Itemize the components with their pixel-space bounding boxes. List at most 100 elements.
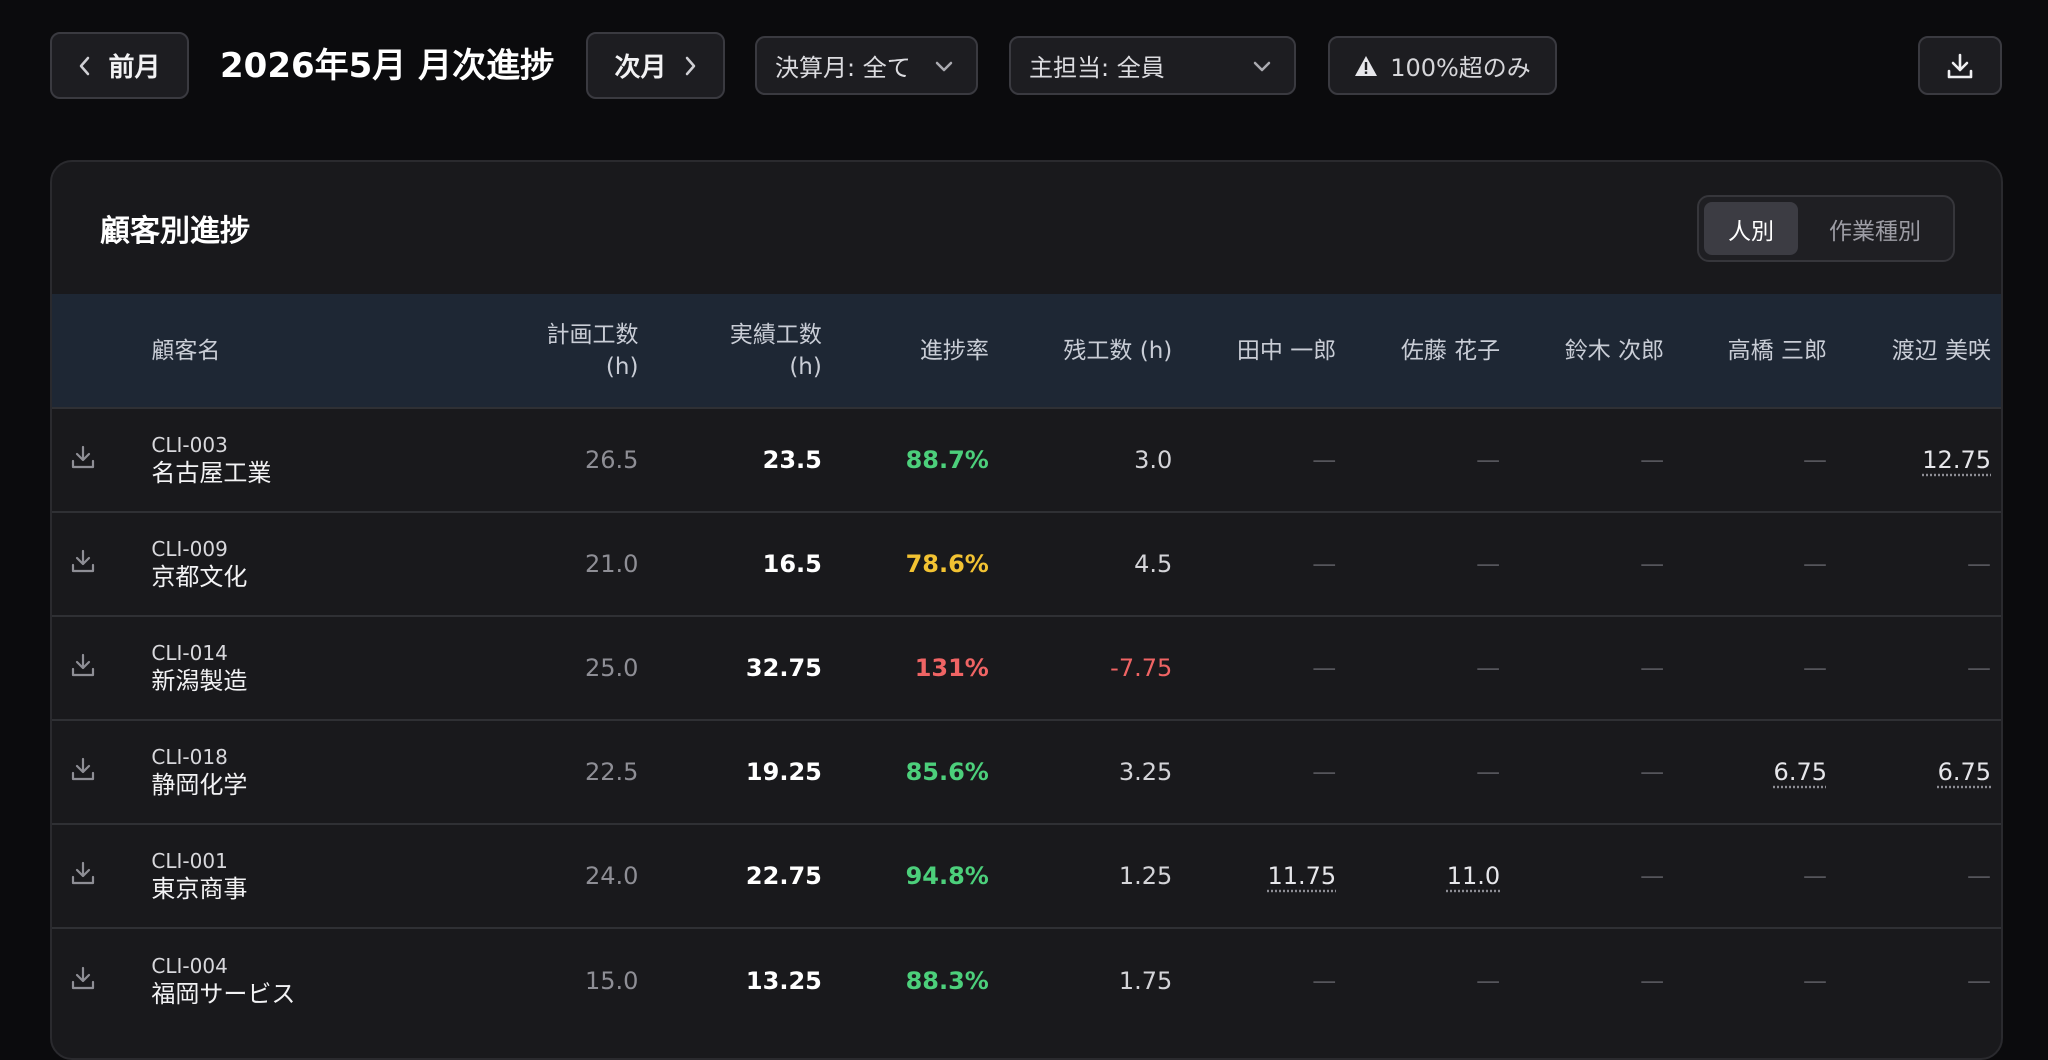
person-hours-cell: — xyxy=(1841,512,2003,616)
actual-hours: 16.5 xyxy=(652,512,835,616)
person-hours-value[interactable]: 6.75 xyxy=(1774,758,1827,786)
header-actual-hours[interactable]: 実績工数 (h) xyxy=(652,294,835,408)
person-hours-value: — xyxy=(1640,862,1664,890)
progress-rate: 78.6% xyxy=(836,512,1003,616)
owner-value: 主担当: 全員 xyxy=(1029,48,1165,83)
chevron-right-icon xyxy=(683,55,697,77)
client-id: CLI-018 xyxy=(151,744,458,770)
table-header-row: 顧客名 計画工数 (h) 実績工数 (h) 進捗率 残工数 (h) 田中 一郎 佐藤… xyxy=(52,294,2003,408)
chevron-down-icon xyxy=(1252,59,1272,73)
over-100-filter-button[interactable]: 100%超のみ xyxy=(1328,36,1557,95)
client-name: 名古屋工業 xyxy=(151,458,458,488)
chevron-left-icon xyxy=(78,55,92,77)
header-plan-hours[interactable]: 計画工数 (h) xyxy=(459,294,653,408)
toolbar: 前月 2026年5月 月次進捗 次月 決算月: 全て 主担当: 全員 100%超… xyxy=(0,0,2048,140)
person-hours-value: — xyxy=(1967,550,1991,578)
person-hours-cell: — xyxy=(1186,928,1350,1032)
over-100-label: 100%超のみ xyxy=(1390,48,1531,83)
person-hours-cell: — xyxy=(1350,616,1514,720)
person-hours-cell[interactable]: 6.75 xyxy=(1841,720,2003,824)
row-download-button[interactable] xyxy=(52,720,151,824)
person-hours-cell: — xyxy=(1186,720,1350,824)
header-download xyxy=(52,294,151,408)
plan-hours: 15.0 xyxy=(459,928,653,1032)
plan-hours: 24.0 xyxy=(459,824,653,928)
remaining-hours: 3.25 xyxy=(1003,720,1186,824)
row-download-button[interactable] xyxy=(52,408,151,512)
table-row[interactable]: CLI-018 静岡化学 22.5 19.25 85.6% 3.25 — — — 6.75 6.75 xyxy=(52,720,2003,824)
table-row[interactable]: CLI-004 福岡サービス 15.0 13.25 88.3% 1.75 — — — — — xyxy=(52,928,2003,1032)
closing-month-select[interactable]: 決算月: 全て xyxy=(755,36,978,95)
person-hours-value: — xyxy=(1312,550,1336,578)
person-hours-cell[interactable]: 12.75 xyxy=(1841,408,2003,512)
person-hours-cell: — xyxy=(1678,928,1841,1032)
warning-icon xyxy=(1354,55,1378,77)
client-cell[interactable]: CLI-004 福岡サービス xyxy=(151,928,458,1032)
header-remaining-hours[interactable]: 残工数 (h) xyxy=(1003,294,1186,408)
person-hours-value: — xyxy=(1640,967,1664,995)
table-row[interactable]: CLI-001 東京商事 24.0 22.75 94.8% 1.25 11.75 11.0 — —… xyxy=(52,824,2003,928)
row-download-button[interactable] xyxy=(52,616,151,720)
client-cell[interactable]: CLI-001 東京商事 xyxy=(151,824,458,928)
person-hours-value[interactable]: 11.0 xyxy=(1447,862,1500,890)
progress-rate: 85.6% xyxy=(836,720,1003,824)
person-hours-value: — xyxy=(1476,758,1500,786)
person-hours-cell[interactable]: 11.0 xyxy=(1350,824,1514,928)
owner-select[interactable]: 主担当: 全員 xyxy=(1009,36,1296,95)
view-by-person-tab[interactable]: 人別 xyxy=(1704,202,1798,255)
table-row[interactable]: CLI-009 京都文化 21.0 16.5 78.6% 4.5 — — — — — xyxy=(52,512,2003,616)
person-hours-cell: — xyxy=(1514,824,1678,928)
remaining-hours: -7.75 xyxy=(1003,616,1186,720)
actual-hours: 19.25 xyxy=(652,720,835,824)
prev-month-button[interactable]: 前月 xyxy=(50,32,189,99)
client-name: 福岡サービス xyxy=(151,979,458,1009)
person-hours-value: — xyxy=(1803,967,1827,995)
person-hours-cell: — xyxy=(1841,616,2003,720)
person-hours-value[interactable]: 11.75 xyxy=(1267,862,1336,890)
download-icon xyxy=(70,860,96,886)
header-person-tanaka[interactable]: 田中 一郎 xyxy=(1186,294,1350,408)
client-cell[interactable]: CLI-009 京都文化 xyxy=(151,512,458,616)
plan-hours: 25.0 xyxy=(459,616,653,720)
actual-hours: 22.75 xyxy=(652,824,835,928)
person-hours-value[interactable]: 12.75 xyxy=(1922,446,1991,474)
person-hours-cell[interactable]: 11.75 xyxy=(1186,824,1350,928)
remaining-hours: 1.25 xyxy=(1003,824,1186,928)
row-download-button[interactable] xyxy=(52,512,151,616)
person-hours-value: — xyxy=(1312,446,1336,474)
view-by-task-tab[interactable]: 作業種別 xyxy=(1802,202,1948,255)
person-hours-value: — xyxy=(1640,654,1664,682)
table-row[interactable]: CLI-003 名古屋工業 26.5 23.5 88.7% 3.0 — — — — 12.75 xyxy=(52,408,2003,512)
download-icon xyxy=(70,548,96,574)
progress-rate: 131% xyxy=(836,616,1003,720)
person-hours-value: — xyxy=(1967,654,1991,682)
person-hours-value: — xyxy=(1640,446,1664,474)
person-hours-cell[interactable]: 6.75 xyxy=(1678,720,1841,824)
row-download-button[interactable] xyxy=(52,928,151,1032)
header-progress-rate[interactable]: 進捗率 xyxy=(836,294,1003,408)
person-hours-cell: — xyxy=(1350,720,1514,824)
client-name: 京都文化 xyxy=(151,562,458,592)
header-person-sato[interactable]: 佐藤 花子 xyxy=(1350,294,1514,408)
header-person-watanabe[interactable]: 渡辺 美咲 xyxy=(1841,294,2003,408)
export-button[interactable] xyxy=(1918,36,2002,95)
person-hours-cell: — xyxy=(1678,408,1841,512)
header-client-name[interactable]: 顧客名 xyxy=(151,294,458,408)
download-icon xyxy=(70,444,96,470)
person-hours-value[interactable]: 6.75 xyxy=(1938,758,1991,786)
client-cell[interactable]: CLI-018 静岡化学 xyxy=(151,720,458,824)
client-cell[interactable]: CLI-003 名古屋工業 xyxy=(151,408,458,512)
person-hours-value: — xyxy=(1803,862,1827,890)
download-icon xyxy=(1946,52,1974,80)
header-person-takahashi[interactable]: 高橋 三郎 xyxy=(1678,294,1841,408)
row-download-button[interactable] xyxy=(52,824,151,928)
person-hours-cell: — xyxy=(1514,616,1678,720)
person-hours-cell: — xyxy=(1514,928,1678,1032)
client-id: CLI-003 xyxy=(151,432,458,458)
client-cell[interactable]: CLI-014 新潟製造 xyxy=(151,616,458,720)
person-hours-value: — xyxy=(1312,758,1336,786)
header-person-suzuki[interactable]: 鈴木 次郎 xyxy=(1514,294,1678,408)
next-month-button[interactable]: 次月 xyxy=(586,32,725,99)
client-name: 新潟製造 xyxy=(151,666,458,696)
table-row[interactable]: CLI-014 新潟製造 25.0 32.75 131% -7.75 — — — — — xyxy=(52,616,2003,720)
